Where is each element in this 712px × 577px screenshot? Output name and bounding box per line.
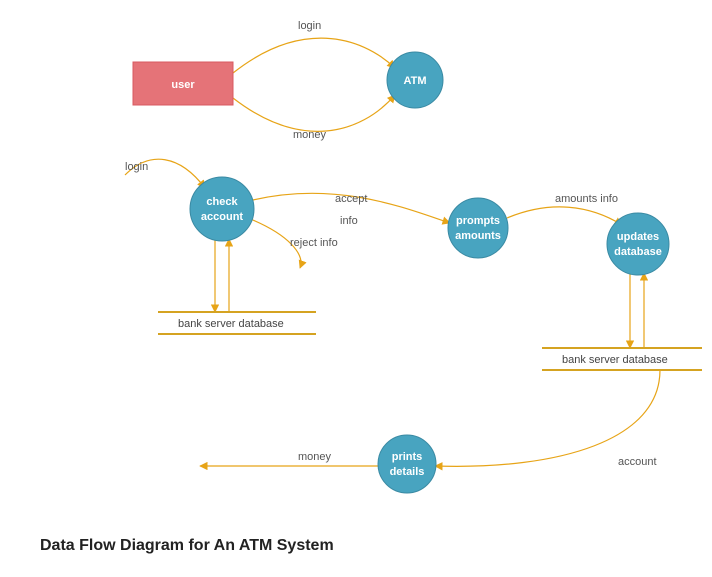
- svg-text:details: details: [390, 466, 425, 478]
- process-atm: ATM: [387, 52, 443, 108]
- dfd-diagram: login money user ATM login accept info r…: [0, 0, 712, 577]
- svg-text:prompts: prompts: [456, 215, 500, 227]
- svg-text:prints: prints: [392, 451, 423, 463]
- flow-login: [233, 38, 395, 73]
- flow-accept-info-label1: accept: [335, 193, 367, 205]
- datastore-bank-server-1: bank server database: [158, 312, 316, 334]
- flow-login-label: login: [298, 20, 321, 32]
- process-updates-database: updates database: [607, 213, 669, 275]
- flow-accept-info-label2: info: [340, 215, 358, 227]
- svg-text:bank server database: bank server database: [562, 354, 668, 366]
- flow-reject-info-label: reject info: [290, 237, 338, 249]
- flow-login-left-label: login: [125, 161, 148, 173]
- process-check-account: check account: [190, 177, 254, 241]
- entity-user: user: [133, 62, 233, 105]
- svg-text:bank server database: bank server database: [178, 318, 284, 330]
- svg-text:account: account: [201, 211, 244, 223]
- svg-text:ATM: ATM: [403, 75, 426, 87]
- process-prints-details: prints details: [378, 435, 436, 493]
- flow-account-label: account: [618, 456, 657, 468]
- flow-amounts-info: [507, 207, 622, 225]
- svg-text:database: database: [614, 246, 662, 258]
- process-prompts-amounts: prompts amounts: [448, 198, 508, 258]
- flow-amounts-info-label: amounts info: [555, 193, 618, 205]
- flow-money-bottom-label: money: [298, 451, 332, 463]
- svg-text:amounts: amounts: [455, 230, 501, 242]
- flow-account: [435, 370, 660, 466]
- datastore-bank-server-2: bank server database: [542, 348, 702, 370]
- svg-text:user: user: [171, 79, 195, 91]
- svg-text:check: check: [206, 196, 238, 208]
- diagram-title: Data Flow Diagram for An ATM System: [40, 537, 334, 554]
- svg-text:updates: updates: [617, 231, 659, 243]
- flow-money-top: [233, 95, 395, 131]
- flow-money-top-label: money: [293, 129, 327, 141]
